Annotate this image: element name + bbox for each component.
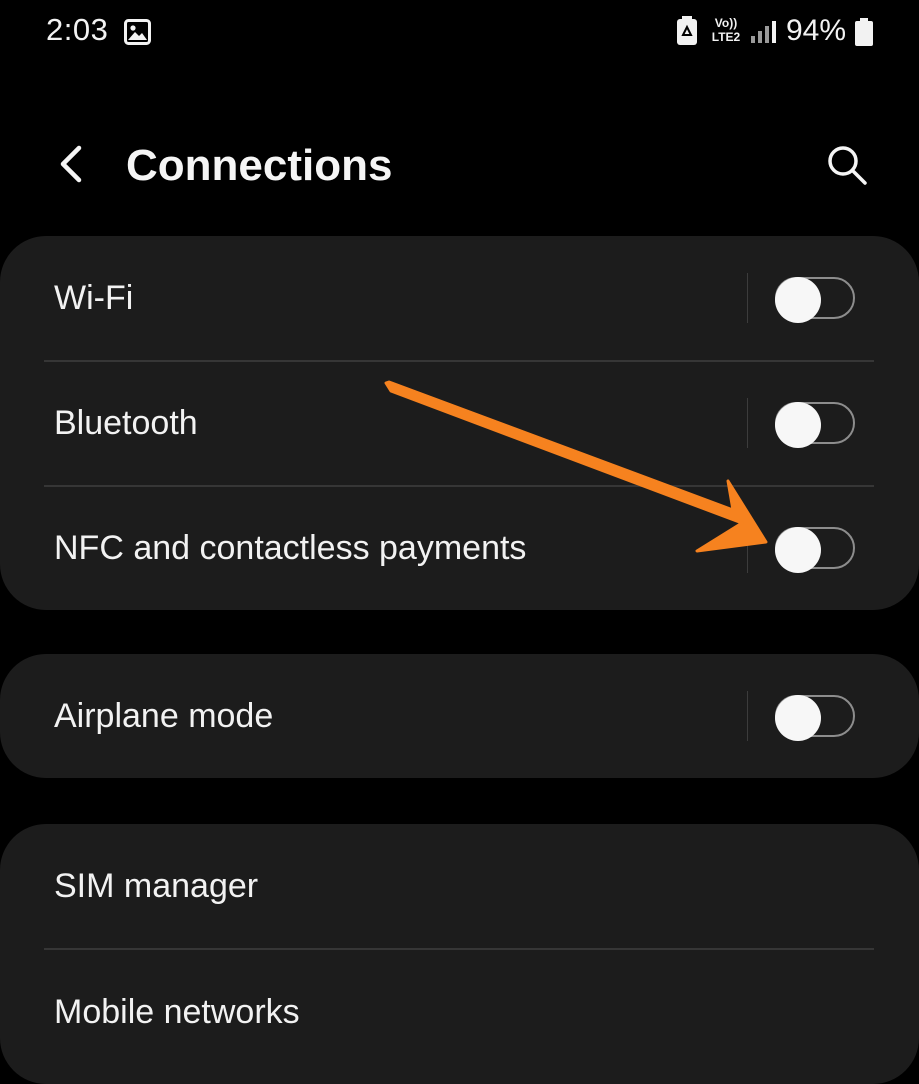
- row-separator: [747, 523, 748, 573]
- wifi-toggle[interactable]: [775, 277, 855, 323]
- nfc-row[interactable]: NFC and contactless payments: [0, 486, 919, 610]
- battery-percent: 94%: [786, 14, 847, 47]
- wifi-row[interactable]: Wi-Fi: [0, 236, 919, 360]
- row-separator: [747, 691, 748, 741]
- battery-saver-icon: [677, 16, 697, 45]
- nfc-toggle[interactable]: [775, 527, 855, 573]
- battery-icon: [855, 18, 873, 46]
- signal-icon: [751, 21, 776, 43]
- connections-group-1: Wi-Fi Bluetooth NFC and contactless paym…: [0, 236, 919, 610]
- toggle-knob: [775, 527, 821, 573]
- back-button[interactable]: [40, 134, 100, 194]
- network-type-label: Vo)) LTE2: [706, 16, 746, 44]
- wifi-label: Wi-Fi: [54, 279, 134, 317]
- search-icon: [828, 146, 867, 185]
- row-separator: [747, 273, 748, 323]
- toggle-knob: [775, 695, 821, 741]
- airplane-mode-label: Airplane mode: [54, 697, 274, 735]
- airplane-mode-toggle[interactable]: [775, 695, 855, 741]
- volte-label: Vo)): [714, 16, 738, 30]
- bluetooth-label: Bluetooth: [54, 404, 198, 442]
- status-bar: 2:03 Vo)) LTE2 94%: [0, 0, 919, 64]
- bluetooth-row[interactable]: Bluetooth: [0, 361, 919, 485]
- mobile-networks-label: Mobile networks: [54, 993, 300, 1031]
- bluetooth-toggle[interactable]: [775, 402, 855, 448]
- mobile-networks-row[interactable]: Mobile networks: [0, 950, 919, 1074]
- toggle-knob: [775, 277, 821, 323]
- connections-group-3: SIM manager Mobile networks: [0, 824, 919, 1084]
- lte-label: LTE2: [711, 30, 741, 44]
- airplane-mode-row[interactable]: Airplane mode: [0, 654, 919, 778]
- nfc-label: NFC and contactless payments: [54, 529, 527, 567]
- toggle-knob: [775, 402, 821, 448]
- connections-group-2: Airplane mode: [0, 654, 919, 778]
- page-title: Connections: [126, 141, 393, 190]
- sim-manager-label: SIM manager: [54, 867, 259, 905]
- status-time: 2:03: [46, 12, 109, 47]
- gallery-icon: [124, 19, 151, 45]
- sim-manager-row[interactable]: SIM manager: [0, 824, 919, 948]
- chevron-left-icon: [60, 145, 82, 183]
- row-separator: [747, 398, 748, 448]
- search-button[interactable]: [816, 134, 876, 194]
